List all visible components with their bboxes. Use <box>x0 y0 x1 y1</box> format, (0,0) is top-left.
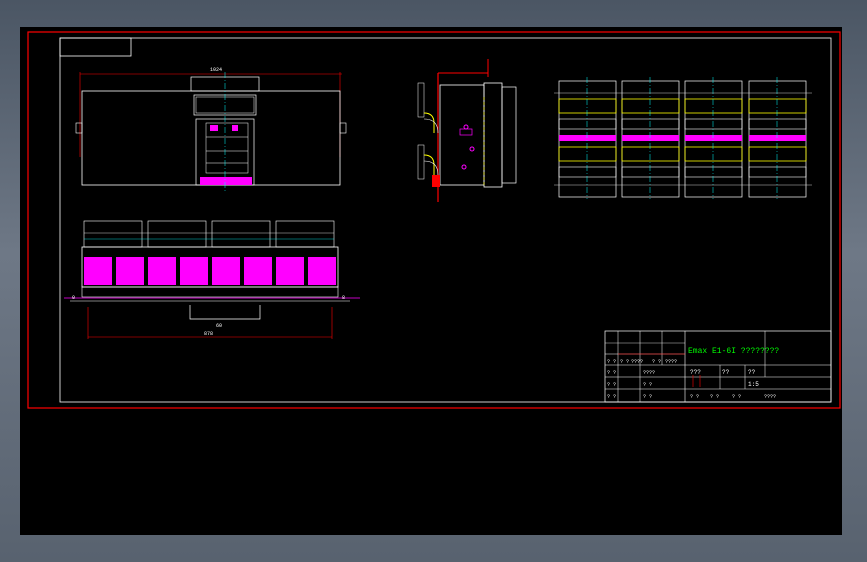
row-a-2: ?? <box>722 369 730 376</box>
lower-left-3: ? ? <box>607 394 616 400</box>
header-small-4: ? ? <box>652 359 661 365</box>
module-2 <box>621 77 680 199</box>
module-1 <box>558 77 617 199</box>
corner-box <box>59 37 132 57</box>
tick-left-label: 0 <box>72 295 75 301</box>
cad-drawing[interactable]: 1024 60 878 0 8 Emax E1-6I ???????? ? ? … <box>20 27 842 535</box>
header-small-1: ? ? <box>607 359 616 365</box>
header-small-3: ???? <box>631 359 643 365</box>
plan-view: 60 878 0 8 <box>64 220 360 339</box>
module-4 <box>748 77 807 199</box>
top-view <box>554 77 812 199</box>
row-a-1: ??? <box>690 369 701 376</box>
module-3 <box>684 77 743 199</box>
scale-value: 1:5 <box>748 381 759 388</box>
front-view: 1024 <box>75 67 347 192</box>
lower-left-1: ? ? <box>607 370 616 376</box>
title-block: Emax E1-6I ???????? ? ? ? ? ???? ? ? ???… <box>604 330 832 403</box>
footer-3: ? ? <box>732 394 741 400</box>
row-a-3: ?? <box>748 369 756 376</box>
dimension-bottom-label: 878 <box>204 331 213 337</box>
lower-mid-2: ? ? <box>643 382 652 388</box>
footer-4: ???? <box>764 394 776 400</box>
dimension-top-label: 1024 <box>210 67 222 73</box>
lower-left-2: ? ? <box>607 382 616 388</box>
lower-mid-3: ? ? <box>643 394 652 400</box>
lower-mid-1: ???? <box>643 370 655 376</box>
dimension-small-label: 60 <box>216 323 222 329</box>
title-block-title: Emax E1-6I ???????? <box>688 347 779 356</box>
header-small-5: ???? <box>665 359 677 365</box>
header-small-2: ? ? <box>620 359 629 365</box>
cad-viewport[interactable]: 1024 60 878 0 8 Emax E1-6I ???????? ? ? … <box>20 27 842 535</box>
tick-right-label: 8 <box>342 295 345 301</box>
side-view <box>417 59 517 202</box>
footer-1: ? ? <box>690 394 699 400</box>
footer-2: ? ? <box>710 394 719 400</box>
